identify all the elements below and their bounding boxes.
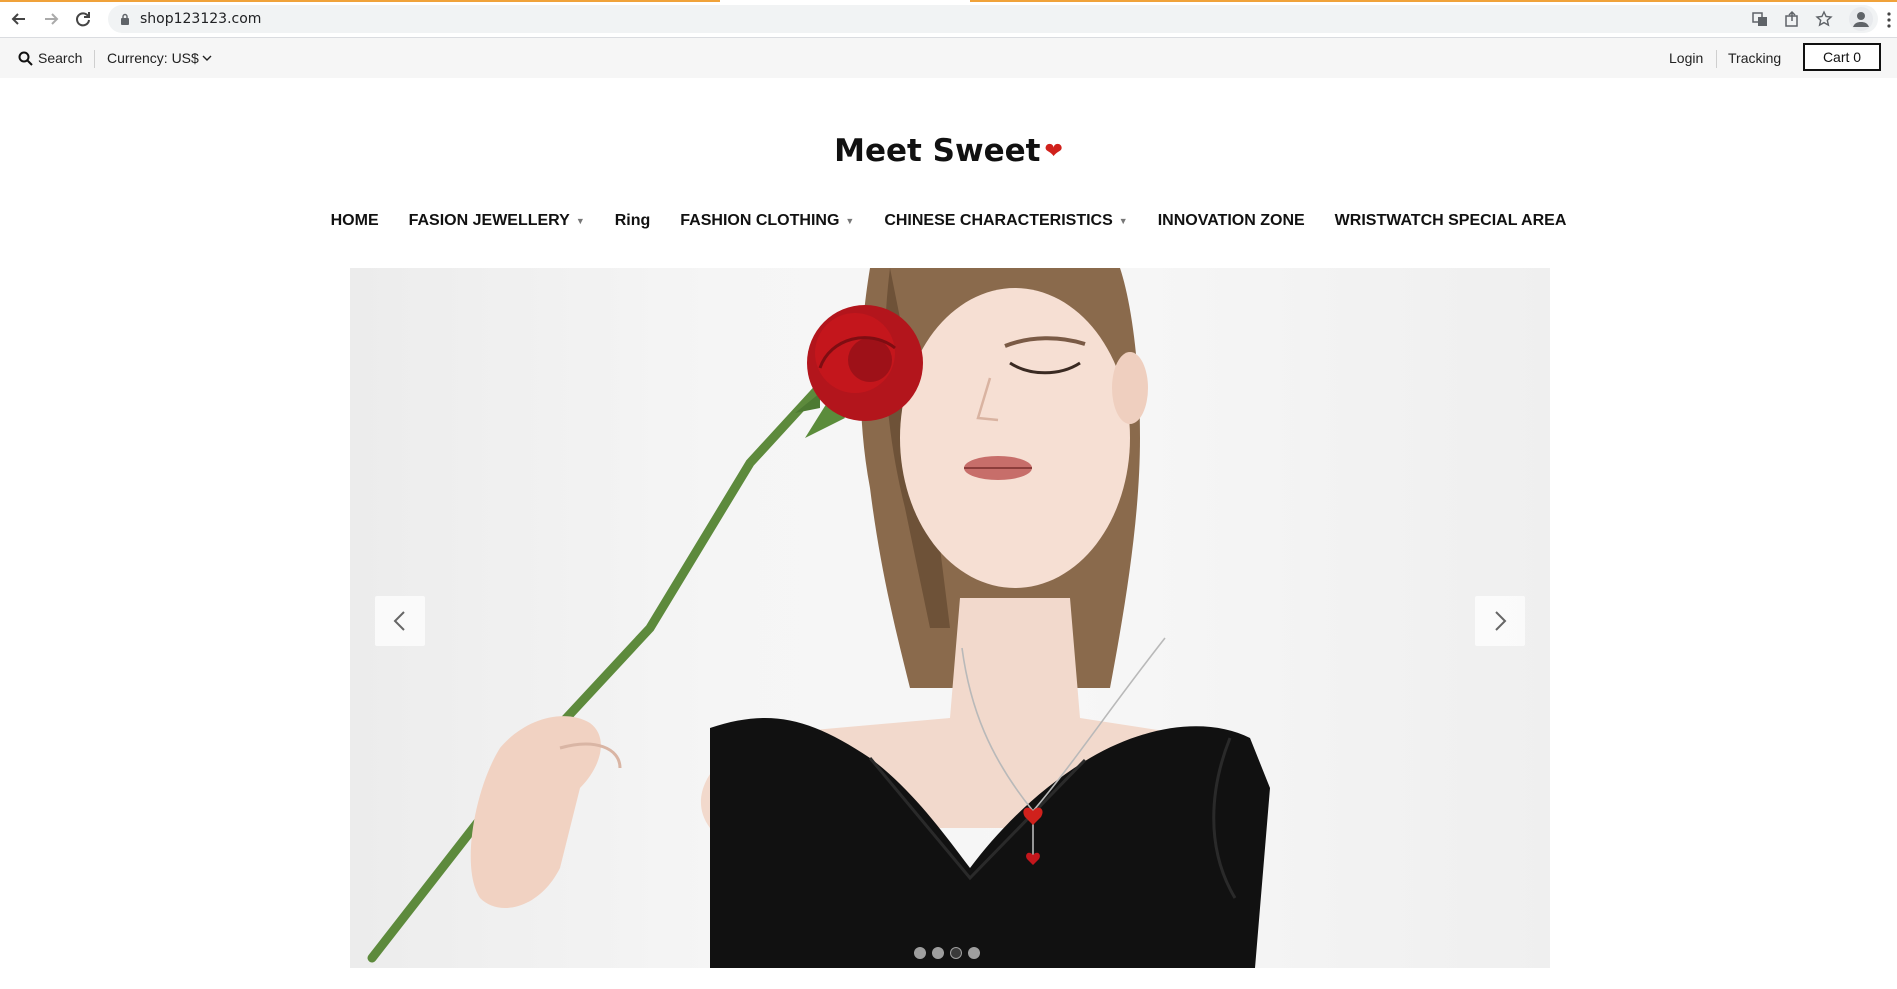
divider (94, 50, 95, 68)
reload-button[interactable] (72, 8, 94, 30)
slider-dot[interactable] (933, 948, 943, 958)
nav-item-fashion-clothing[interactable]: FASHION CLOTHING ▼ (680, 206, 854, 236)
browser-toolbar: shop123123.com (0, 0, 1897, 38)
hero-image (367, 268, 1270, 968)
caret-down-icon: ▼ (1118, 216, 1128, 226)
chevron-left-icon (393, 611, 405, 631)
cart-label: Cart 0 (1822, 49, 1862, 65)
nav-item-label: WRISTWATCH SPECIAL AREA (1334, 212, 1567, 229)
nav-item-fasion-jewellery[interactable]: FASION JEWELLERY ▼ (409, 206, 585, 236)
nav-item-chinese-characteristics[interactable]: CHINESE CHARACTERISTICS ▼ (884, 206, 1127, 236)
tracking-label: Tracking (1728, 50, 1782, 66)
address-bar[interactable]: shop123123.com (108, 5, 1878, 33)
hero-slider[interactable] (350, 268, 1550, 968)
nav-item-label: HOME (330, 212, 379, 229)
search-icon (18, 51, 33, 66)
nav-item-label: Ring (614, 212, 651, 229)
slider-dot[interactable] (969, 948, 979, 958)
profile-avatar-icon[interactable] (1849, 7, 1873, 31)
browser-menu-icon[interactable] (1887, 12, 1891, 33)
caret-down-icon: ▼ (845, 216, 855, 226)
nav-item-innovation-zone[interactable]: INNOVATION ZONE (1158, 206, 1305, 236)
reload-icon (76, 12, 90, 27)
url-text: shop123123.com (140, 11, 262, 27)
utility-bar: Search Currency: US$ Login Tracking Cart… (0, 38, 1897, 78)
search-label: Search (38, 50, 83, 66)
main-navigation: HOME FASION JEWELLERY ▼ Ring FASHION CLOTHIN… (0, 206, 1897, 236)
slider-next-button[interactable] (1475, 596, 1525, 646)
currency-selector[interactable]: Currency: US$ (107, 50, 212, 66)
share-icon[interactable] (1783, 10, 1801, 33)
tracking-link[interactable]: Tracking (1728, 50, 1781, 66)
divider (1716, 50, 1717, 68)
lock-icon (121, 13, 129, 25)
translate-icon[interactable] (1751, 10, 1769, 33)
nav-item-ring[interactable]: Ring (615, 206, 651, 236)
login-label: Login (1669, 50, 1704, 66)
slider-dot[interactable] (915, 948, 925, 958)
nav-item-label: FASHION CLOTHING (680, 212, 840, 229)
nav-item-label: CHINESE CHARACTERISTICS (884, 212, 1113, 229)
heart-icon: ❤ (1044, 139, 1063, 164)
chevron-down-icon (202, 55, 212, 61)
slider-prev-button[interactable] (375, 596, 425, 646)
nav-item-label: FASION JEWELLERY (408, 212, 570, 229)
arrow-left-icon (11, 13, 25, 25)
forward-button[interactable] (40, 8, 62, 30)
page-load-progress (0, 0, 720, 2)
brand-logo[interactable]: Meet Sweet ❤ (0, 133, 1897, 169)
currency-label: Currency: US$ (107, 50, 199, 66)
cart-button[interactable]: Cart 0 (1803, 43, 1881, 71)
login-link[interactable]: Login (1669, 50, 1703, 66)
nav-item-home[interactable]: HOME (331, 206, 379, 236)
brand-name: Meet Sweet (834, 133, 1041, 169)
nav-item-label: INNOVATION ZONE (1157, 212, 1305, 229)
bookmark-star-icon[interactable] (1815, 10, 1833, 33)
chevron-right-icon (1495, 611, 1507, 631)
slider-dot[interactable] (951, 948, 961, 958)
arrow-right-icon (45, 13, 59, 25)
search-link[interactable]: Search (18, 50, 82, 66)
back-button[interactable] (8, 8, 30, 30)
nav-item-wristwatch-special-area[interactable]: WRISTWATCH SPECIAL AREA (1335, 206, 1567, 236)
page-load-progress-2 (970, 0, 1897, 2)
slider-pagination (915, 948, 979, 958)
caret-down-icon: ▼ (575, 216, 585, 226)
